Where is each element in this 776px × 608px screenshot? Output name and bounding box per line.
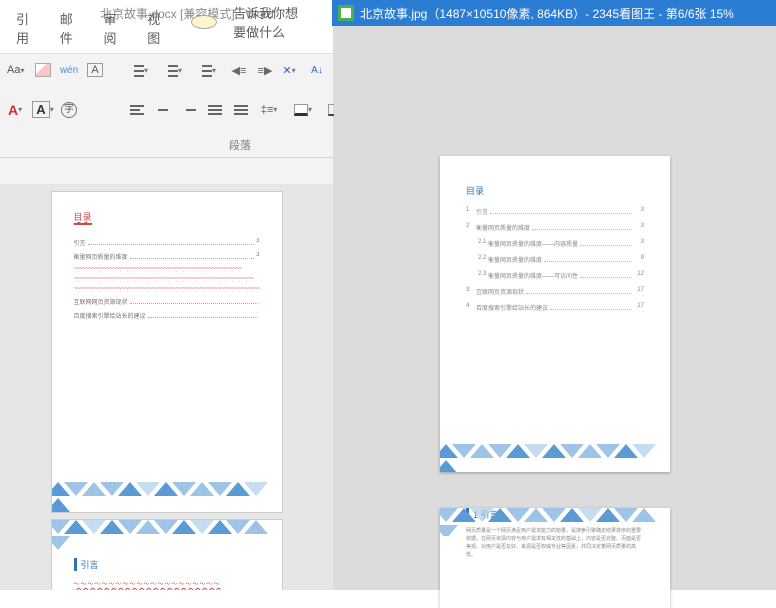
font-group-label [6, 137, 106, 153]
font-color-button[interactable]: A▾ [6, 100, 28, 120]
align-center-button[interactable] [152, 100, 174, 120]
align-left-button[interactable] [126, 100, 148, 120]
viewer-toc-heading: 目录 [466, 184, 644, 197]
page-1: 目录 引言3 衡量网页质量的维度3 ~~~~~~~~~~~~~~~~~~~~~~… [52, 192, 282, 512]
toc-item-error: ~~~~~~~~~~~~~~~~~~~~~~~~~~~~~~~~~~~~~~~~… [74, 266, 260, 272]
viewer-toc-item: 3互联网页资源现状17 [466, 287, 644, 296]
toc-item-error: ~~~~~~~~~~~~~~~~~~~~~~~~~~~~~~~~~~~~~~~~… [74, 286, 260, 292]
multilevel-button[interactable]: ▾ [194, 60, 224, 80]
enclose-char-button[interactable]: 字 [58, 100, 80, 120]
highlight-button[interactable]: A▾ [32, 100, 54, 120]
tab-review[interactable]: 审阅 [92, 3, 136, 53]
tab-view[interactable]: 视图 [135, 3, 179, 53]
align-right-button[interactable] [178, 100, 200, 120]
line-spacing-button[interactable]: ‡≡▾ [256, 100, 286, 120]
ribbon-tabs: 引用 邮件 审阅 视图 告诉我你想要做什么 [0, 26, 333, 54]
document-area[interactable]: 目录 引言3 衡量网页质量的维度3 ~~~~~~~~~~~~~~~~~~~~~~… [0, 184, 333, 590]
viewer-toc-item: 1引言3 [466, 207, 644, 216]
paragraph-group: ▾ ▾ ▾ ◀≡ ≡▶ ✕▾ A↓ ¶ ‡≡▾ ▾ ▾ 段落 [126, 58, 354, 153]
viewer-page-1[interactable]: 目录 1引言3 2衡量网页质量的维度3 2.1衡量网页质量的维度——内容质量3 2.2… [440, 156, 670, 472]
change-case-button[interactable]: Aa▾ [6, 60, 28, 80]
image-viewer-window: 目录 1引言3 2衡量网页质量的维度3 2.1衡量网页质量的维度——内容质量3 2.2… [334, 26, 776, 590]
viewer-app-icon [338, 5, 354, 21]
page-header-graphic [52, 520, 282, 550]
toc-item: 百度搜索引擎给站长的建议 [74, 311, 260, 320]
align-justify-button[interactable] [204, 100, 226, 120]
toc-item: 引言3 [74, 238, 260, 247]
viewer-toc-item: 2衡量网页质量的维度3 [466, 223, 644, 232]
toc-heading: 目录 [74, 210, 92, 225]
char-border-button[interactable]: A [84, 60, 106, 80]
tab-references[interactable]: 引用 [4, 3, 48, 53]
viewer-toc-item: 2.2衡量网页质量的维度9 [466, 255, 644, 264]
ribbon-body: Aa▾ wén A A▾ A▾ 字 ▾ ▾ ▾ ◀≡ ≡▶ ✕▾ A↓ ¶ [0, 54, 333, 158]
viewer-titlebar[interactable]: 北京故事.jpg（1487×10510像素, 864KB）- 2345看图王 -… [332, 0, 776, 26]
numbering-button[interactable]: ▾ [160, 60, 190, 80]
toc-item-error: ~~~~~~~~~~~~~~~~~~~~~~~~~~~~~~~~~~~~~~~~… [74, 276, 260, 282]
viewer-page-2[interactable]: 1 引言 网页质量是一个网页满足用户需求能力的衡量，是搜索引擎确定结果排序的重要… [440, 508, 670, 608]
bullets-button[interactable]: ▾ [126, 60, 156, 80]
sort-button[interactable]: A↓ [306, 60, 328, 80]
tell-me[interactable]: 告诉我你想要做什么 [179, 0, 333, 53]
viewer-toc-item: 2.1衡量网页质量的维度——内容质量3 [466, 239, 644, 248]
paragraph-group-label: 段落 [126, 137, 354, 153]
viewer-toc-item: 2.3衡量网页质量的维度——可访问性12 [466, 271, 644, 280]
decrease-indent-button[interactable]: ◀≡ [228, 60, 250, 80]
font-group: Aa▾ wén A A▾ A▾ 字 [6, 58, 106, 153]
shading-button[interactable]: ▾ [290, 100, 320, 120]
page-footer-graphic [52, 482, 282, 512]
bulb-icon [191, 15, 217, 29]
word-window: 引用 邮件 审阅 视图 告诉我你想要做什么 Aa▾ wén A A▾ A▾ 字 … [0, 26, 334, 590]
clear-format-button[interactable] [32, 60, 54, 80]
viewer-footer-graphic [440, 444, 670, 472]
viewer-toc-list: 1引言3 2衡量网页质量的维度3 2.1衡量网页质量的维度——内容质量3 2.2衡量网… [466, 207, 644, 312]
viewer-toc-item: 4百度搜索引擎给站长的建议17 [466, 303, 644, 312]
body-text-error: ～～～～～～～～～～～～～～～～～～～～～ [74, 579, 260, 588]
align-distribute-button[interactable] [230, 100, 252, 120]
phonetic-guide-button[interactable]: wén [58, 60, 80, 80]
asian-layout-button[interactable]: ✕▾ [280, 60, 302, 80]
toc-item: 互联网网页资源现状 [74, 297, 260, 306]
viewer-header-graphic [440, 508, 670, 536]
tab-mailings[interactable]: 邮件 [48, 3, 92, 53]
page-2: 引言 ～～～～～～～～～～～～～～～～～～～～～ [52, 520, 282, 590]
toc-item: 衡量网页质量的维度3 [74, 252, 260, 261]
increase-indent-button[interactable]: ≡▶ [254, 60, 276, 80]
viewer-title: 北京故事.jpg（1487×10510像素, 864KB）- 2345看图王 -… [360, 5, 734, 22]
section-heading: 引言 [74, 558, 260, 571]
